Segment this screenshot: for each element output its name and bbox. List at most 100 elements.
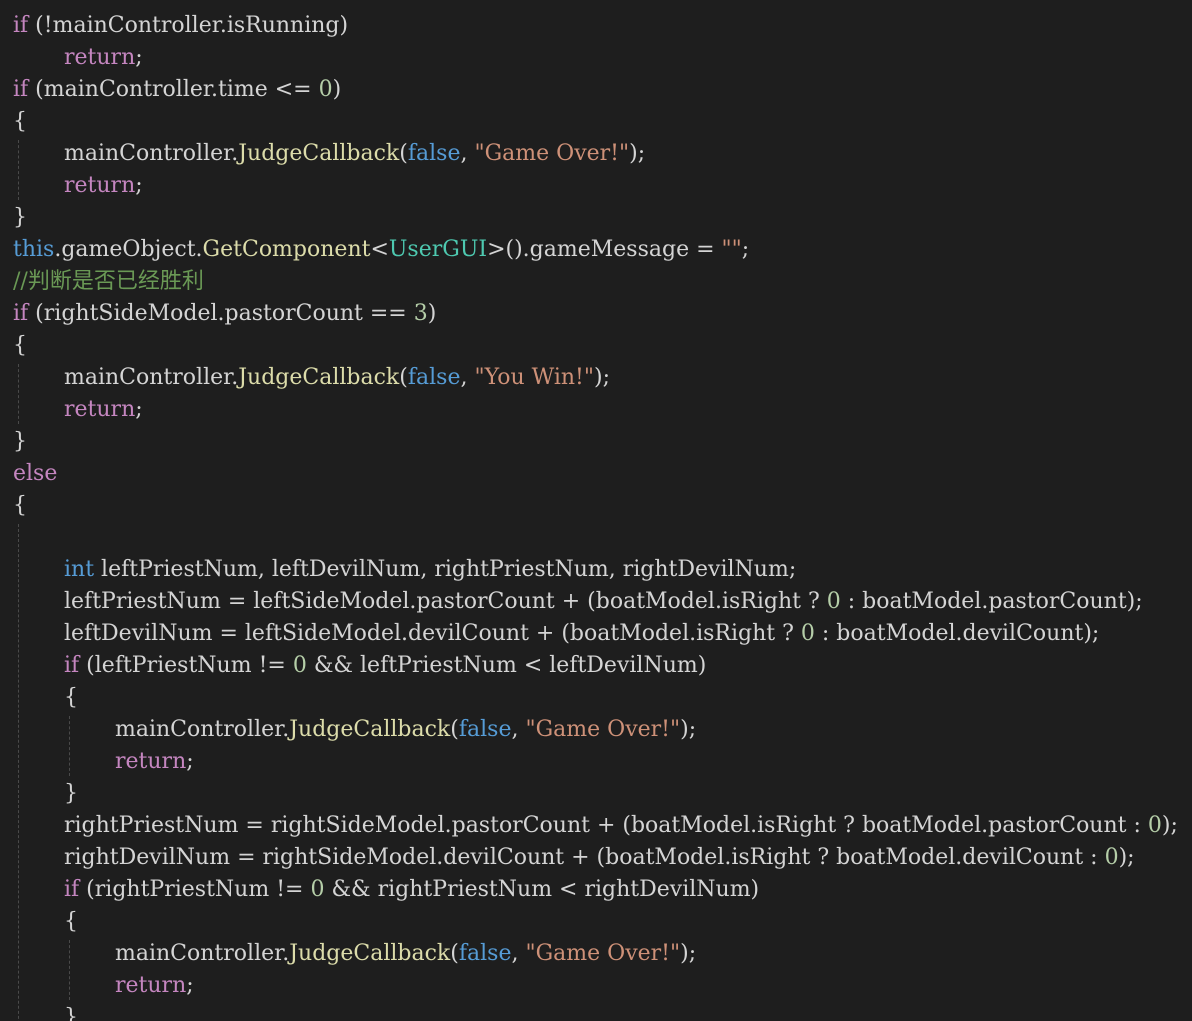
code-text: ); [680,941,697,966]
keyword: return [64,173,136,198]
code-text: ); [594,365,610,390]
code-line[interactable]: if (!mainController.isRunning) [13,10,348,42]
code-text: { [64,685,78,710]
code-line[interactable]: leftPriestNum = leftSideModel.pastorCoun… [64,586,1143,618]
keyword: int [64,557,95,582]
code-text: ( [399,141,408,166]
code-line[interactable]: mainController.JudgeCallback(false, "Gam… [64,138,645,170]
code-editor[interactable]: if (!mainController.isRunning) return; if … [0,10,1192,1021]
code-text: ; [135,173,143,198]
keyword: if [13,77,29,102]
code-text: } [64,781,78,806]
code-text: .gameObject. [54,237,203,262]
keyword: if [64,653,80,678]
function-name: JudgeCallback [289,941,451,966]
code-text: rightPriestNum = rightSideModel.pastorCo… [64,813,1148,838]
code-line[interactable]: mainController.JudgeCallback(false, "Gam… [115,714,696,746]
string-literal: "You Win!" [474,365,594,390]
keyword: return [115,973,187,998]
code-line[interactable]: { [13,106,27,138]
number-literal: 0 [800,621,815,646]
code-line[interactable]: return; [115,970,194,1002]
code-line[interactable]: { [13,490,27,522]
code-line[interactable]: { [13,330,27,362]
code-text: ; [741,237,750,262]
code-text: ); [680,717,697,742]
code-text: (rightSideModel.pastorCount == [28,301,414,326]
function-name: JudgeCallback [238,365,400,390]
indent-guide [69,940,70,1000]
code-text: { [13,109,27,134]
code-line[interactable]: return; [64,42,143,74]
code-line[interactable]: mainController.JudgeCallback(false, "You… [64,362,610,394]
keyword: if [64,877,80,902]
code-text: leftPriestNum, leftDevilNum, rightPriest… [94,557,797,582]
code-text: leftPriestNum = leftSideModel.pastorCoun… [64,589,827,614]
code-text: ( [399,365,408,390]
code-text: { [13,493,27,518]
indent-guide [18,524,19,1021]
code-line[interactable]: if (rightSideModel.pastorCount == 3) [13,298,436,330]
code-line[interactable]: rightDevilNum = rightSideModel.devilCoun… [64,842,1135,874]
keyword: if [13,13,29,38]
code-text: (leftPriestNum != [79,653,293,678]
number-literal: 0 [1104,845,1119,870]
code-text: , [511,941,526,966]
code-text: && rightPriestNum < rightDevilNum) [324,877,760,902]
code-line[interactable]: { [64,906,78,938]
code-line[interactable]: if (mainController.time <= 0) [13,74,341,106]
code-line[interactable]: } [13,426,27,458]
code-line[interactable]: if (rightPriestNum != 0 && rightPriestNu… [64,874,759,906]
code-text: } [64,1005,78,1021]
code-text: ); [1161,813,1178,838]
code-text: ); [629,141,646,166]
function-name: GetComponent [202,237,371,262]
code-line[interactable]: else [13,458,57,490]
code-line[interactable]: mainController.JudgeCallback(false, "Gam… [115,938,696,970]
number-literal: 0 [318,77,333,102]
string-literal: "Game Over!" [525,941,681,966]
code-text: rightDevilNum = rightSideModel.devilCoun… [64,845,1105,870]
code-text: >().gameMessage = [487,237,722,262]
code-text: } [13,205,27,230]
keyword: false [407,365,461,390]
number-literal: 3 [413,301,428,326]
code-text: ); [1118,845,1135,870]
code-line[interactable]: rightPriestNum = rightSideModel.pastorCo… [64,810,1178,842]
comment: //判断是否已经胜利 [13,269,204,294]
keyword: false [458,941,512,966]
code-line[interactable]: if (leftPriestNum != 0 && leftPriestNum … [64,650,706,682]
code-line[interactable]: //判断是否已经胜利 [13,266,204,298]
keyword: return [64,45,136,70]
string-literal: "Game Over!" [474,141,630,166]
code-text: , [460,365,475,390]
code-line[interactable]: leftDevilNum = leftSideModel.devilCount … [64,618,1099,650]
code-line[interactable]: } [13,202,27,234]
keyword: return [64,397,136,422]
code-text: } [13,429,27,454]
number-literal: 0 [1147,813,1162,838]
code-text: , [511,717,526,742]
code-line[interactable]: int leftPriestNum, leftDevilNum, rightPr… [64,554,796,586]
code-line[interactable]: return; [115,746,194,778]
code-text: leftDevilNum = leftSideModel.devilCount … [64,621,801,646]
number-literal: 0 [310,877,325,902]
code-text: mainController. [64,141,239,166]
code-text: mainController. [64,365,239,390]
indent-guide [18,140,19,200]
code-text: mainController. [115,717,290,742]
function-name: JudgeCallback [238,141,400,166]
code-line[interactable]: } [64,1002,78,1021]
code-line[interactable]: return; [64,170,143,202]
code-text: : boatModel.pastorCount); [840,589,1143,614]
keyword: return [115,749,187,774]
code-line[interactable]: } [64,778,78,810]
code-line[interactable]: { [64,682,78,714]
keyword: if [13,301,29,326]
code-text: mainController. [115,941,290,966]
keyword: false [407,141,461,166]
code-text: : boatModel.devilCount); [814,621,1100,646]
code-text: && leftPriestNum < leftDevilNum) [306,653,707,678]
code-line[interactable]: this.gameObject.GetComponent<UserGUI>().… [13,234,749,266]
code-line[interactable]: return; [64,394,143,426]
